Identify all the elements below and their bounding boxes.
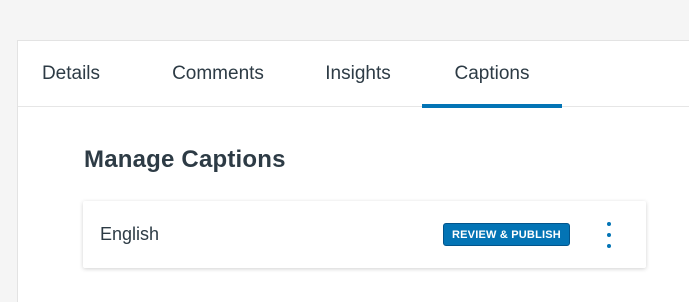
caption-item-english: English REVIEW & PUBLISH — [83, 201, 646, 268]
tab-comments[interactable]: Comments — [153, 41, 283, 107]
manage-captions-heading: Manage Captions — [84, 146, 286, 173]
kebab-dot-icon — [607, 233, 611, 237]
tab-bar: Details Comments Insights Captions — [18, 41, 689, 108]
caption-language-label: English — [100, 224, 160, 244]
review-publish-button[interactable]: REVIEW & PUBLISH — [443, 223, 570, 246]
kebab-menu-icon[interactable] — [601, 221, 617, 249]
media-panel: Details Comments Insights Captions Manag… — [17, 40, 689, 302]
tab-details[interactable]: Details — [31, 41, 111, 107]
tab-captions[interactable]: Captions — [422, 41, 562, 108]
kebab-dot-icon — [607, 222, 611, 226]
kebab-dot-icon — [607, 244, 611, 248]
tab-insights[interactable]: Insights — [310, 41, 406, 107]
